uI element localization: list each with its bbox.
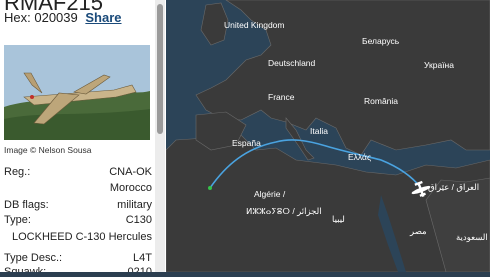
country-algerie-tif-label: ⵍⵣⵣⴰⵢⴻⵔ / الجزائر <box>246 206 322 217</box>
country-united-kingdom-label: United Kingdom <box>224 20 284 30</box>
detail-value: 0210 <box>127 266 152 272</box>
country-ellas-label: Ελλάς <box>348 152 371 162</box>
map-canvas[interactable]: United Kingdom Беларусь Deutschland Україна… <box>165 0 490 273</box>
country-libya-label: ليبيا <box>332 214 345 224</box>
aircraft-info-panel: RMAF215 Hex: 020039 Share Image © Nelson… <box>0 0 167 272</box>
detail-label: DB flags: <box>4 199 49 211</box>
country-france-label: France <box>268 92 295 102</box>
detail-label: Type Desc.: <box>4 252 63 264</box>
detail-value: military <box>117 199 152 211</box>
panel-scrollbar-thumb[interactable] <box>157 4 163 134</box>
country-deutschland-label: Deutschland <box>268 58 316 68</box>
share-link[interactable]: Share <box>85 10 121 25</box>
aircraft-photo-image <box>4 45 150 140</box>
detail-label: Squawk: <box>4 266 47 272</box>
detail-value: C130 <box>125 214 152 226</box>
hex-label: Hex: <box>4 10 31 25</box>
country-iraq-label: العراق / عێراق <box>428 182 479 193</box>
detail-label: Type: <box>4 214 31 226</box>
hex-value: 020039 <box>34 10 78 25</box>
country-ukraine-label: Україна <box>424 60 454 70</box>
country-algerie-label: Algérie / <box>254 189 286 199</box>
detail-value: Morocco <box>109 182 152 194</box>
country-espana-label: España <box>232 138 261 148</box>
map-view[interactable]: United Kingdom Беларусь Deutschland Україна… <box>165 0 490 273</box>
country-egypt-label: مصر <box>409 226 427 237</box>
detail-label: Reg.: <box>4 166 31 178</box>
detail-value: LOCKHEED C-130 Hercules <box>12 231 152 243</box>
hex-row: Hex: 020039 Share <box>4 10 122 25</box>
image-credit: Image © Nelson Sousa <box>4 145 92 155</box>
country-italia-label: Italia <box>310 126 328 136</box>
aircraft-photo[interactable] <box>4 45 150 140</box>
country-romania-label: România <box>364 96 398 106</box>
country-belarus-label: Беларусь <box>362 36 400 46</box>
country-saudi-label: السعودية <box>456 232 488 243</box>
detail-value: L4T <box>133 252 152 264</box>
track-start-point <box>208 186 212 190</box>
detail-value: CNA-OK <box>109 166 152 178</box>
